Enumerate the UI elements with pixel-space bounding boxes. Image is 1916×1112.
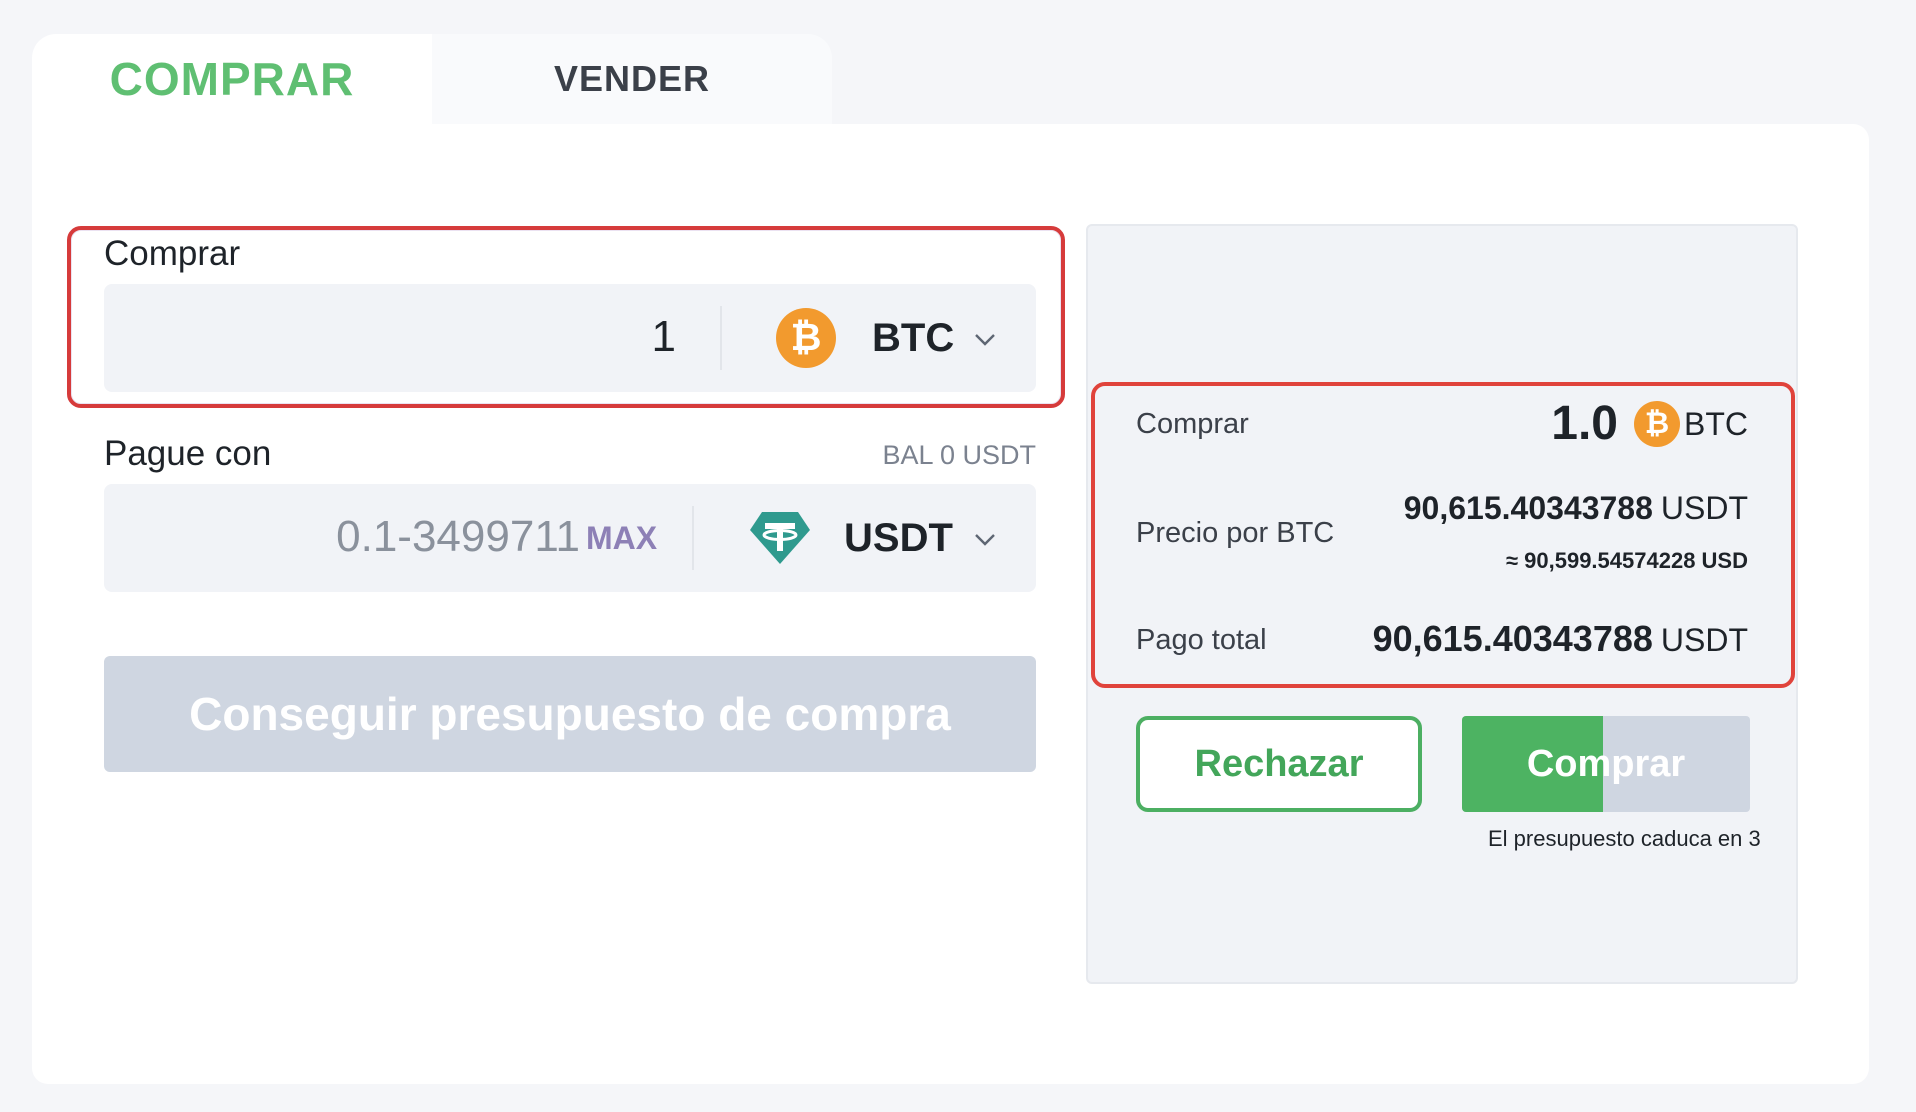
price-unit: USDT [1660,490,1748,526]
bitcoin-icon: ₿ [776,308,836,368]
pay-coin-name: USDT [844,516,953,560]
chevron-down-icon[interactable] [974,328,996,350]
max-button[interactable]: MAX [586,520,657,557]
confirm-buy-button[interactable]: Comprar [1462,716,1750,812]
price-row: 90,615.40343788 USDT [1404,490,1748,527]
quote-expiry-note: El presupuesto caduca en 3 [1488,826,1761,851]
buy-amount-field[interactable]: 1 ₿ BTC [104,284,1036,392]
field-divider [720,306,722,370]
price-usd-equivalent: ≈ 90,599.54574228 USD [1505,548,1748,573]
get-quote-button[interactable]: Conseguir presupuesto de compra [104,656,1036,772]
buy-coin-name: BTC [872,316,955,360]
tab-sell[interactable]: VENDER [432,34,832,124]
total-row: 90,615.40343788 USDT [1373,618,1748,660]
field-divider [692,506,694,570]
tether-icon [748,508,812,568]
confirm-buy-label: Comprar [1526,742,1686,785]
tab-buy[interactable]: COMPRAR [32,34,432,124]
buy-amount-input[interactable]: 1 [652,312,676,362]
pay-amount-input[interactable]: 0.1-3499711 [336,512,580,562]
balance-text: BAL 0 USDT [882,440,1036,470]
price-label: Precio por BTC [1136,517,1335,549]
trade-widget: COMPRAR VENDER Comprar 1 ₿ BTC Pague con… [0,0,1916,1112]
buy-section-label: Comprar [104,234,241,273]
total-unit: USDT [1660,622,1748,658]
pay-amount-field[interactable]: 0.1-3499711 MAX USDT [104,484,1036,592]
pay-section-label: Pague con [104,434,272,473]
bitcoin-icon: ₿ [1634,401,1680,447]
chevron-down-icon[interactable] [974,528,996,550]
price-value: 90,615.40343788 [1403,490,1653,526]
quote-buy-amount: 1.0 [1551,397,1618,450]
quote-buy-label: Comprar [1136,408,1249,440]
total-value: 90,615.40343788 [1372,618,1653,659]
reject-button[interactable]: Rechazar [1136,716,1422,812]
quote-buy-coin: BTC [1684,406,1748,442]
total-label: Pago total [1136,624,1267,656]
